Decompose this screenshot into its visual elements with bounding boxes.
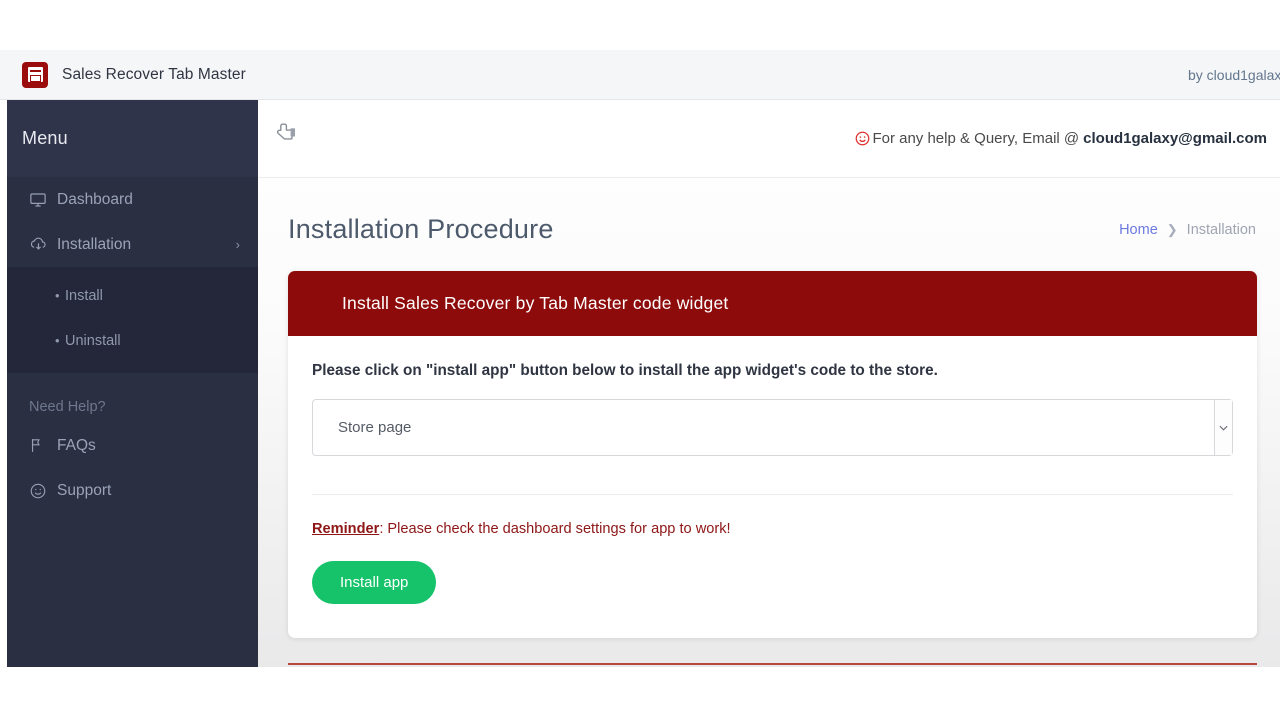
store-page-select-value: Store page xyxy=(338,419,412,436)
help-contact: For any help & Query, Email @ cloud1gala… xyxy=(855,130,1280,147)
hand-pointer-cursor-icon xyxy=(276,122,298,151)
sidebar-item-dashboard[interactable]: Dashboard xyxy=(7,177,258,222)
sidebar-item-support-label: Support xyxy=(57,481,112,499)
cloud-download-icon xyxy=(29,235,57,254)
bullet-icon: • xyxy=(55,288,60,303)
reminder-text: : Please check the dashboard settings fo… xyxy=(379,521,731,537)
reminder-note: Reminder: Please check the dashboard set… xyxy=(288,495,1257,537)
install-button-row: Install app xyxy=(288,537,1257,638)
chevron-right-icon: ❯ xyxy=(1166,221,1178,237)
sidebar: Menu Dashboard Installation › • Install … xyxy=(7,100,258,667)
flag-icon xyxy=(29,437,57,454)
chevron-down-icon[interactable] xyxy=(1214,400,1232,455)
install-card-header: Install Sales Recover by Tab Master code… xyxy=(288,271,1257,336)
sidebar-subitem-install-label: Install xyxy=(65,287,103,304)
sidebar-item-faqs[interactable]: FAQs xyxy=(7,423,258,468)
sidebar-item-installation[interactable]: Installation › xyxy=(7,222,258,267)
sidebar-item-installation-label: Installation xyxy=(57,235,132,253)
sidebar-subitem-uninstall-label: Uninstall xyxy=(65,332,121,349)
main-content: For any help & Query, Email @ cloud1gala… xyxy=(258,100,1280,667)
app-screen: Sales Recover Tab Master by cloud1galax … xyxy=(0,0,1280,720)
smiley-face-icon xyxy=(855,131,870,146)
app-window-icon xyxy=(22,61,48,88)
sidebar-item-dashboard-label: Dashboard xyxy=(57,190,133,208)
monitor-icon xyxy=(29,191,57,209)
breadcrumb-current: Installation xyxy=(1186,221,1256,238)
sidebar-section-need-help: Need Help? xyxy=(29,399,106,415)
reminder-label: Reminder xyxy=(312,521,380,537)
support-email[interactable]: cloud1galaxy@gmail.com xyxy=(1083,130,1267,147)
app-branding: Sales Recover Tab Master xyxy=(0,61,246,88)
page-title: Installation Procedure xyxy=(288,214,554,244)
footer-red-rule xyxy=(288,663,1257,665)
app-author: by cloud1galax xyxy=(1188,66,1280,83)
page-header: Installation Procedure Home ❯ Installati… xyxy=(258,178,1280,245)
breadcrumb: Home ❯ Installation xyxy=(1119,222,1256,238)
sidebar-submenu-installation: • Install • Uninstall xyxy=(7,267,258,373)
sidebar-menu-title: Menu xyxy=(7,100,258,177)
smiley-icon xyxy=(29,482,57,500)
app-title-bar: Sales Recover Tab Master by cloud1galax xyxy=(0,50,1280,100)
help-text-prefix: For any help & Query, Email @ xyxy=(872,130,1080,147)
sidebar-subitem-uninstall[interactable]: • Uninstall xyxy=(7,318,258,363)
install-card-body: Please click on "install app" button bel… xyxy=(288,336,1257,495)
app-title: Sales Recover Tab Master xyxy=(62,65,246,83)
content-topbar: For any help & Query, Email @ cloud1gala… xyxy=(258,100,1280,178)
sidebar-subitem-install[interactable]: • Install xyxy=(7,273,258,318)
sidebar-item-support[interactable]: Support xyxy=(7,468,258,513)
breadcrumb-home[interactable]: Home xyxy=(1119,222,1158,238)
install-card: Install Sales Recover by Tab Master code… xyxy=(288,271,1257,638)
store-page-select[interactable]: Store page xyxy=(312,399,1233,456)
install-app-button[interactable]: Install app xyxy=(312,561,437,604)
sidebar-item-faqs-label: FAQs xyxy=(57,436,96,454)
chevron-right-icon: › xyxy=(235,237,240,252)
install-instruction: Please click on "install app" button bel… xyxy=(312,362,938,379)
bullet-icon: • xyxy=(55,333,60,348)
